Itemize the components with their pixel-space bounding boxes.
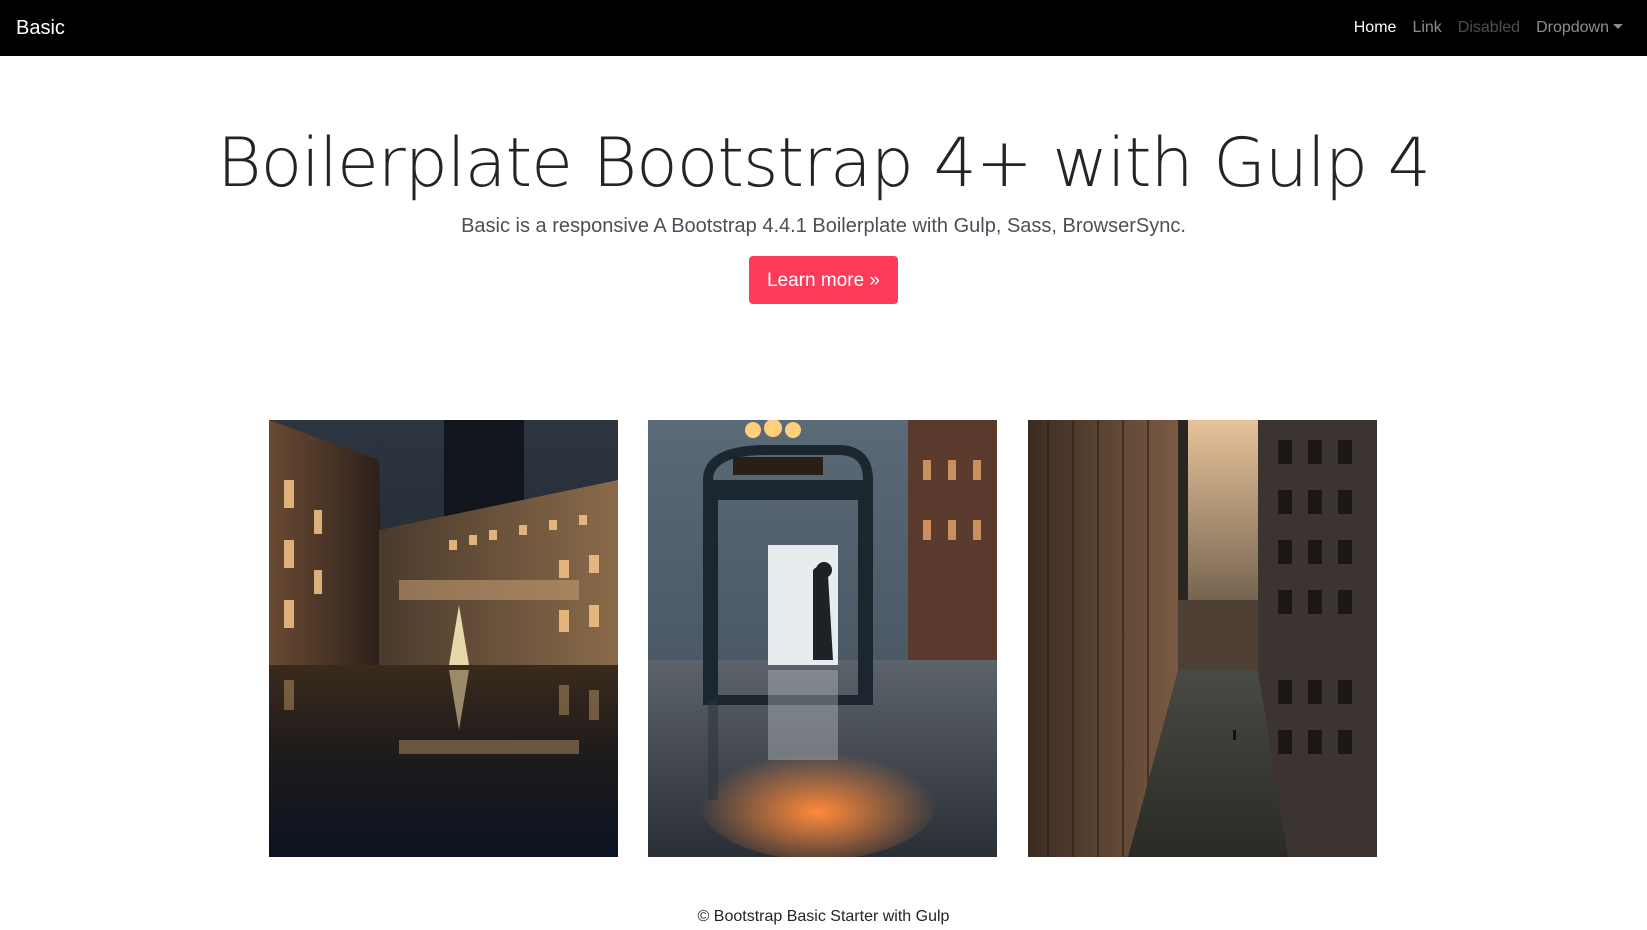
city-canyon-buildings-photo bbox=[1028, 420, 1377, 857]
nav-home-link[interactable]: Home bbox=[1354, 17, 1397, 39]
image-gallery bbox=[269, 420, 1378, 857]
nav-disabled-link: Disabled bbox=[1457, 19, 1521, 36]
nav-link-link[interactable]: Link bbox=[1412, 17, 1441, 39]
brand-link[interactable]: Basic bbox=[16, 15, 65, 41]
footer-text: © Bootstrap Basic Starter with Gulp bbox=[697, 908, 950, 925]
hero-section: Boilerplate Bootstrap 4+ with Gulp 4 Bas… bbox=[0, 122, 1647, 304]
nav-dropdown-toggle[interactable]: Dropdown bbox=[1536, 17, 1623, 39]
hero-lead: Basic is a responsive A Bootstrap 4.4.1 … bbox=[461, 215, 1186, 237]
navbar: Basic Home Link Disabled Dropdown bbox=[0, 0, 1647, 56]
nav-dropdown-label: Dropdown bbox=[1536, 19, 1609, 36]
caret-down-icon bbox=[1613, 24, 1623, 29]
nav-menu: Home Link Disabled Dropdown bbox=[1354, 17, 1623, 39]
hero-title: Boilerplate Bootstrap 4+ with Gulp 4 bbox=[217, 124, 1431, 203]
bus-stop-night-photo bbox=[648, 420, 997, 857]
city-night-reflection-photo bbox=[269, 420, 618, 857]
footer: © Bootstrap Basic Starter with Gulp bbox=[0, 906, 1647, 928]
learn-more-button[interactable]: Learn more » bbox=[748, 256, 898, 304]
